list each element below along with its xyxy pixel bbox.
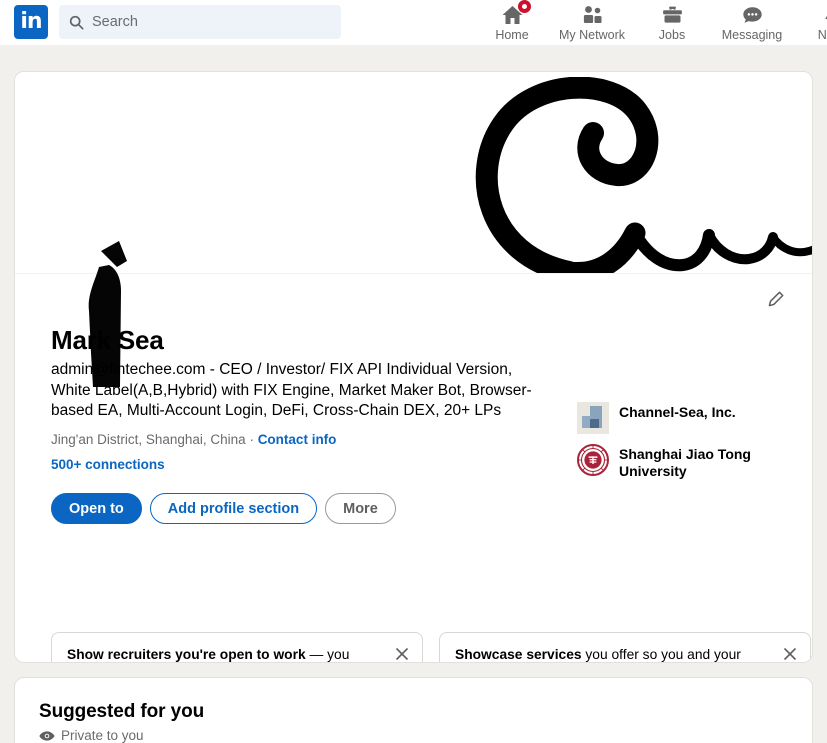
nav-item-jobs[interactable]: Jobs	[632, 0, 712, 42]
location-separator: ·	[245, 431, 258, 447]
nav-label-jobs: Jobs	[658, 28, 686, 42]
people-icon-wrap	[580, 3, 605, 27]
home-icon-wrap	[500, 0, 531, 27]
chat-bubble-icon	[742, 7, 762, 23]
close-icon	[783, 647, 797, 661]
profile-actions: Open to Add profile section More	[51, 493, 396, 524]
nav-item-messaging[interactable]: Messaging	[712, 0, 792, 42]
open-to-button[interactable]: Open to	[51, 493, 142, 524]
search-placeholder: Search	[92, 14, 138, 30]
university-seal-logo	[577, 444, 609, 476]
search-input[interactable]: Search	[59, 5, 341, 39]
company-logo	[577, 402, 609, 434]
promo-text-recruiters: Show recruiters you're open to work — yo…	[67, 646, 382, 662]
edit-profile-button[interactable]	[762, 286, 788, 312]
edit-cover-button[interactable]	[762, 86, 788, 112]
eye-icon	[39, 730, 55, 741]
suggested-card: Suggested for you Private to you	[14, 677, 813, 743]
identity-block: Mark Sea admin@fintechee.com - CEO / Inv…	[51, 324, 561, 474]
entity-university-name: Shanghai Jiao Tong University	[619, 446, 751, 479]
connections-count[interactable]: 500+ connections	[51, 456, 561, 474]
location-line: Jing'an District, Shanghai, China · Cont…	[51, 431, 561, 449]
promo-text-services: Showcase services you offer so you and y…	[455, 646, 770, 662]
close-button-services[interactable]	[781, 645, 799, 662]
close-icon	[395, 647, 409, 661]
linkedin-logo[interactable]: in	[14, 5, 48, 39]
briefcase-icon	[662, 6, 682, 23]
profile-headline: admin@fintechee.com - CEO / Investor/ FI…	[51, 361, 532, 419]
more-button[interactable]: More	[325, 493, 396, 524]
close-button-recruiters[interactable]	[393, 645, 411, 662]
nav-item-home[interactable]: Home	[472, 0, 552, 42]
profile-card: Mark Sea admin@fintechee.com - CEO / Inv…	[14, 71, 813, 663]
chat-bubble-icon-wrap	[740, 3, 765, 27]
entity-list: Channel-Sea, Inc. Shanghai Jiao Tong Uni…	[577, 402, 812, 490]
suggested-title: Suggested for you	[39, 701, 205, 722]
people-icon	[583, 6, 601, 23]
nav-label-messaging: Messaging	[721, 28, 783, 42]
nav-item-notifications[interactable]: Notifi	[792, 0, 827, 42]
global-nav: in Search Home My Network Jobs Messaging…	[0, 0, 827, 45]
promo-card-services: Showcase services you offer so you and y…	[439, 632, 811, 662]
page-body: Mark Sea admin@fintechee.com - CEO / Inv…	[0, 71, 827, 743]
entity-company-name: Channel-Sea, Inc.	[619, 404, 736, 420]
promo-bold-recruiters: Show recruiters you're open to work	[67, 647, 306, 662]
notification-badge	[517, 0, 531, 13]
add-profile-section-button[interactable]: Add profile section	[149, 493, 318, 524]
promo-cards: Show recruiters you're open to work — yo…	[51, 632, 811, 662]
entity-company[interactable]: Channel-Sea, Inc.	[577, 402, 812, 434]
suggested-privacy-label: Private to you	[61, 728, 144, 743]
briefcase-icon-wrap	[660, 3, 685, 27]
entity-university[interactable]: Shanghai Jiao Tong University	[577, 444, 812, 480]
location-text: Jing'an District, Shanghai, China	[51, 431, 246, 447]
search-icon	[69, 15, 84, 30]
nav-label-my-network: My Network	[559, 28, 625, 42]
promo-bold-services: Showcase services	[455, 647, 582, 662]
wave-brushstroke-logo	[475, 77, 812, 273]
pencil-icon	[768, 291, 783, 306]
page-title: Mark Sea	[51, 325, 164, 355]
bell-icon-wrap	[820, 3, 827, 27]
suggested-privacy: Private to you	[39, 728, 788, 743]
nav-label-home: Home	[495, 28, 529, 42]
nav-item-my-network[interactable]: My Network	[552, 0, 632, 42]
promo-card-recruiters: Show recruiters you're open to work — yo…	[51, 632, 423, 662]
nav-label-notifications: Notifi	[817, 28, 827, 42]
contact-info-link[interactable]: Contact info	[258, 432, 337, 447]
nav-items: Home My Network Jobs Messaging N	[472, 0, 827, 45]
bell-icon	[824, 9, 827, 19]
